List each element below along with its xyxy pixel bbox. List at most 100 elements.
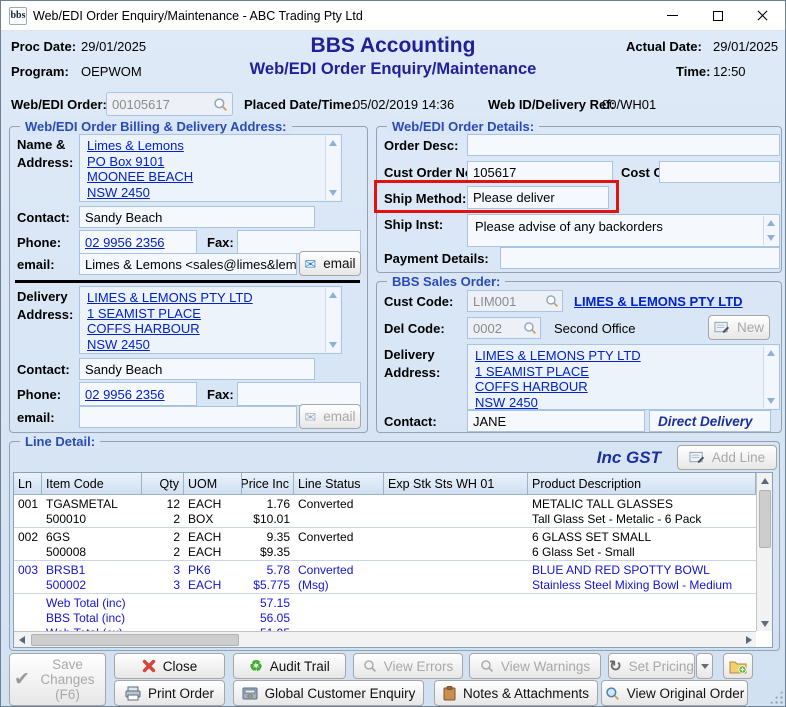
- name-address-label-2: Address:: [17, 155, 73, 170]
- set-pricing-button[interactable]: ↻ Set Pricing: [608, 653, 695, 679]
- billing-phone-link[interactable]: 02 9956 2356: [85, 235, 165, 250]
- cust-name-link[interactable]: LIMES & LEMONS PTY LTD: [574, 294, 743, 309]
- col-header-item-code: Item Code: [42, 473, 142, 494]
- delivery-address-line[interactable]: LIMES & LEMONS PTY LTD: [87, 290, 321, 306]
- billing-address-line[interactable]: Limes & Lemons: [87, 138, 321, 154]
- set-pricing-icon: ↻: [609, 659, 622, 674]
- address-scrollbar[interactable]: [763, 346, 778, 408]
- scroll-up-icon[interactable]: [761, 473, 769, 488]
- delivery-phone-input[interactable]: 02 9956 2356: [79, 382, 197, 406]
- so-delivery-address-line[interactable]: 1 SEAMIST PLACE: [475, 364, 759, 380]
- billing-phone-input[interactable]: 02 9956 2356: [79, 230, 197, 254]
- delivery-phone-link[interactable]: 02 9956 2356: [85, 387, 165, 402]
- scroll-down-icon[interactable]: [329, 342, 337, 348]
- view-warnings-button[interactable]: View Warnings: [469, 653, 601, 679]
- billing-email-input[interactable]: Limes & Lemons <sales@limes&lem: [79, 253, 297, 275]
- ship-inst-input[interactable]: Please advise of any backorders: [467, 214, 780, 247]
- search-icon: [363, 659, 377, 673]
- so-delivery-address-line[interactable]: LIMES & LEMONS PTY LTD: [475, 348, 759, 364]
- delivery-fax-input[interactable]: [237, 382, 361, 406]
- table-vertical-scrollbar[interactable]: [756, 473, 772, 631]
- scroll-up-icon[interactable]: [329, 292, 337, 298]
- billing-contact-input[interactable]: Sandy Beach: [79, 206, 315, 228]
- print-order-button[interactable]: Print Order: [114, 680, 225, 706]
- scroll-down-icon[interactable]: [767, 235, 775, 241]
- search-icon[interactable]: [545, 294, 559, 311]
- webid-value: 00/WH01: [602, 97, 656, 112]
- billing-address-line[interactable]: MOONEE BEACH: [87, 169, 321, 185]
- billing-address-line[interactable]: PO Box 9101: [87, 154, 321, 170]
- so-contact-label: Contact:: [384, 414, 437, 429]
- close-window-button[interactable]: [740, 1, 785, 30]
- folder-add-icon: [729, 659, 747, 674]
- webedi-order-label: Web/EDI Order:: [11, 97, 107, 112]
- new-line-icon: [714, 321, 730, 334]
- scroll-up-icon[interactable]: [767, 220, 775, 226]
- order-details-group-title: Web/EDI Order Details:: [387, 119, 539, 134]
- close-button[interactable]: Close: [114, 653, 225, 679]
- audit-recycle-icon: ♻: [249, 659, 262, 674]
- address-scrollbar[interactable]: [325, 136, 340, 200]
- so-delivery-address-box[interactable]: LIMES & LEMONS PTY LTD 1 SEAMIST PLACE C…: [467, 344, 780, 410]
- so-contact-input[interactable]: JANE: [467, 410, 645, 432]
- maximize-button[interactable]: [695, 1, 740, 30]
- table-row[interactable]: 003BRSB1 3PK6 5.78Converted BLUE AND RED…: [14, 561, 756, 594]
- table-horizontal-scrollbar[interactable]: [14, 631, 756, 647]
- scrollbar-thumb[interactable]: [759, 490, 771, 548]
- scroll-left-icon[interactable]: [14, 636, 29, 644]
- payment-details-input[interactable]: [500, 247, 780, 269]
- delivery-email-input[interactable]: [79, 406, 297, 428]
- delivery-contact-label: Contact:: [17, 362, 70, 377]
- notes-icon: [443, 686, 456, 701]
- totals-block: Web Total (inc) 57.15 BBS Total (inc) 56…: [14, 594, 756, 631]
- table-body: 001TGASMETAL 12EACH 1.76Converted METALI…: [14, 495, 756, 631]
- scroll-down-icon[interactable]: [761, 616, 769, 631]
- cost-centre-input[interactable]: [659, 161, 780, 183]
- billing-address-box[interactable]: Limes & Lemons PO Box 9101 MOONEE BEACH …: [79, 134, 342, 202]
- resize-grip[interactable]: [769, 690, 783, 704]
- ship-inst-scrollbar[interactable]: [763, 216, 778, 245]
- save-changes-button[interactable]: ✔ Save Changes (F6): [9, 653, 106, 706]
- global-customer-enquiry-button[interactable]: Global Customer Enquiry: [233, 680, 424, 706]
- table-row[interactable]: 001TGASMETAL 12EACH 1.76Converted METALI…: [14, 495, 756, 528]
- open-folder-button[interactable]: [723, 653, 753, 679]
- set-pricing-dropdown-button[interactable]: [696, 653, 713, 679]
- search-icon[interactable]: [213, 97, 228, 115]
- scroll-right-icon[interactable]: [741, 636, 756, 644]
- address-scrollbar[interactable]: [325, 288, 340, 352]
- scroll-up-icon[interactable]: [329, 140, 337, 146]
- search-icon[interactable]: [523, 321, 537, 338]
- notes-attachments-button[interactable]: Notes & Attachments: [434, 680, 598, 706]
- webedi-order-input[interactable]: 00105617: [106, 92, 233, 116]
- direct-delivery-badge: Direct Delivery: [649, 410, 771, 432]
- delivery-address-box[interactable]: LIMES & LEMONS PTY LTD 1 SEAMIST PLACE C…: [79, 286, 342, 354]
- add-line-button[interactable]: Add Line: [677, 445, 777, 470]
- audit-trail-button[interactable]: ♻ Audit Trail: [233, 653, 346, 679]
- so-delivery-address-line[interactable]: COFFS HARBOUR: [475, 379, 759, 395]
- billing-group-title: Web/EDI Order Billing & Delivery Address…: [20, 119, 292, 134]
- title-bar[interactable]: bbs Web/EDI Order Enquiry/Maintenance - …: [1, 1, 785, 31]
- delivery-address-line[interactable]: NSW 2450: [87, 337, 321, 353]
- so-delivery-address-line[interactable]: NSW 2450: [475, 395, 759, 411]
- billing-address-line[interactable]: NSW 2450: [87, 185, 321, 201]
- view-errors-button[interactable]: View Errors: [353, 653, 463, 679]
- scrollbar-thumb[interactable]: [31, 634, 239, 646]
- scroll-down-icon[interactable]: [767, 398, 775, 404]
- view-original-order-button[interactable]: View Original Order: [601, 680, 748, 706]
- scroll-down-icon[interactable]: [329, 190, 337, 196]
- search-icon: [605, 686, 620, 701]
- scroll-up-icon[interactable]: [767, 350, 775, 356]
- close-icon: [757, 10, 768, 21]
- table-row[interactable]: 0026GS 2EACH 9.35Converted 6 GLASS SET S…: [14, 528, 756, 561]
- bbs-sales-order-group-title: BBS Sales Order:: [387, 274, 505, 289]
- delivery-address-line[interactable]: COFFS HARBOUR: [87, 321, 321, 337]
- minimize-button[interactable]: [650, 1, 695, 30]
- new-delivery-button[interactable]: New: [708, 315, 770, 340]
- del-code-input[interactable]: 0002: [467, 317, 541, 339]
- delivery-contact-input[interactable]: Sandy Beach: [79, 358, 315, 380]
- cust-code-input[interactable]: LIM001: [467, 290, 563, 312]
- delivery-address-line[interactable]: 1 SEAMIST PLACE: [87, 306, 321, 322]
- order-desc-input[interactable]: [467, 134, 780, 156]
- delivery-email-button[interactable]: ✉ email: [299, 404, 361, 429]
- billing-email-button[interactable]: ✉ email: [299, 251, 361, 276]
